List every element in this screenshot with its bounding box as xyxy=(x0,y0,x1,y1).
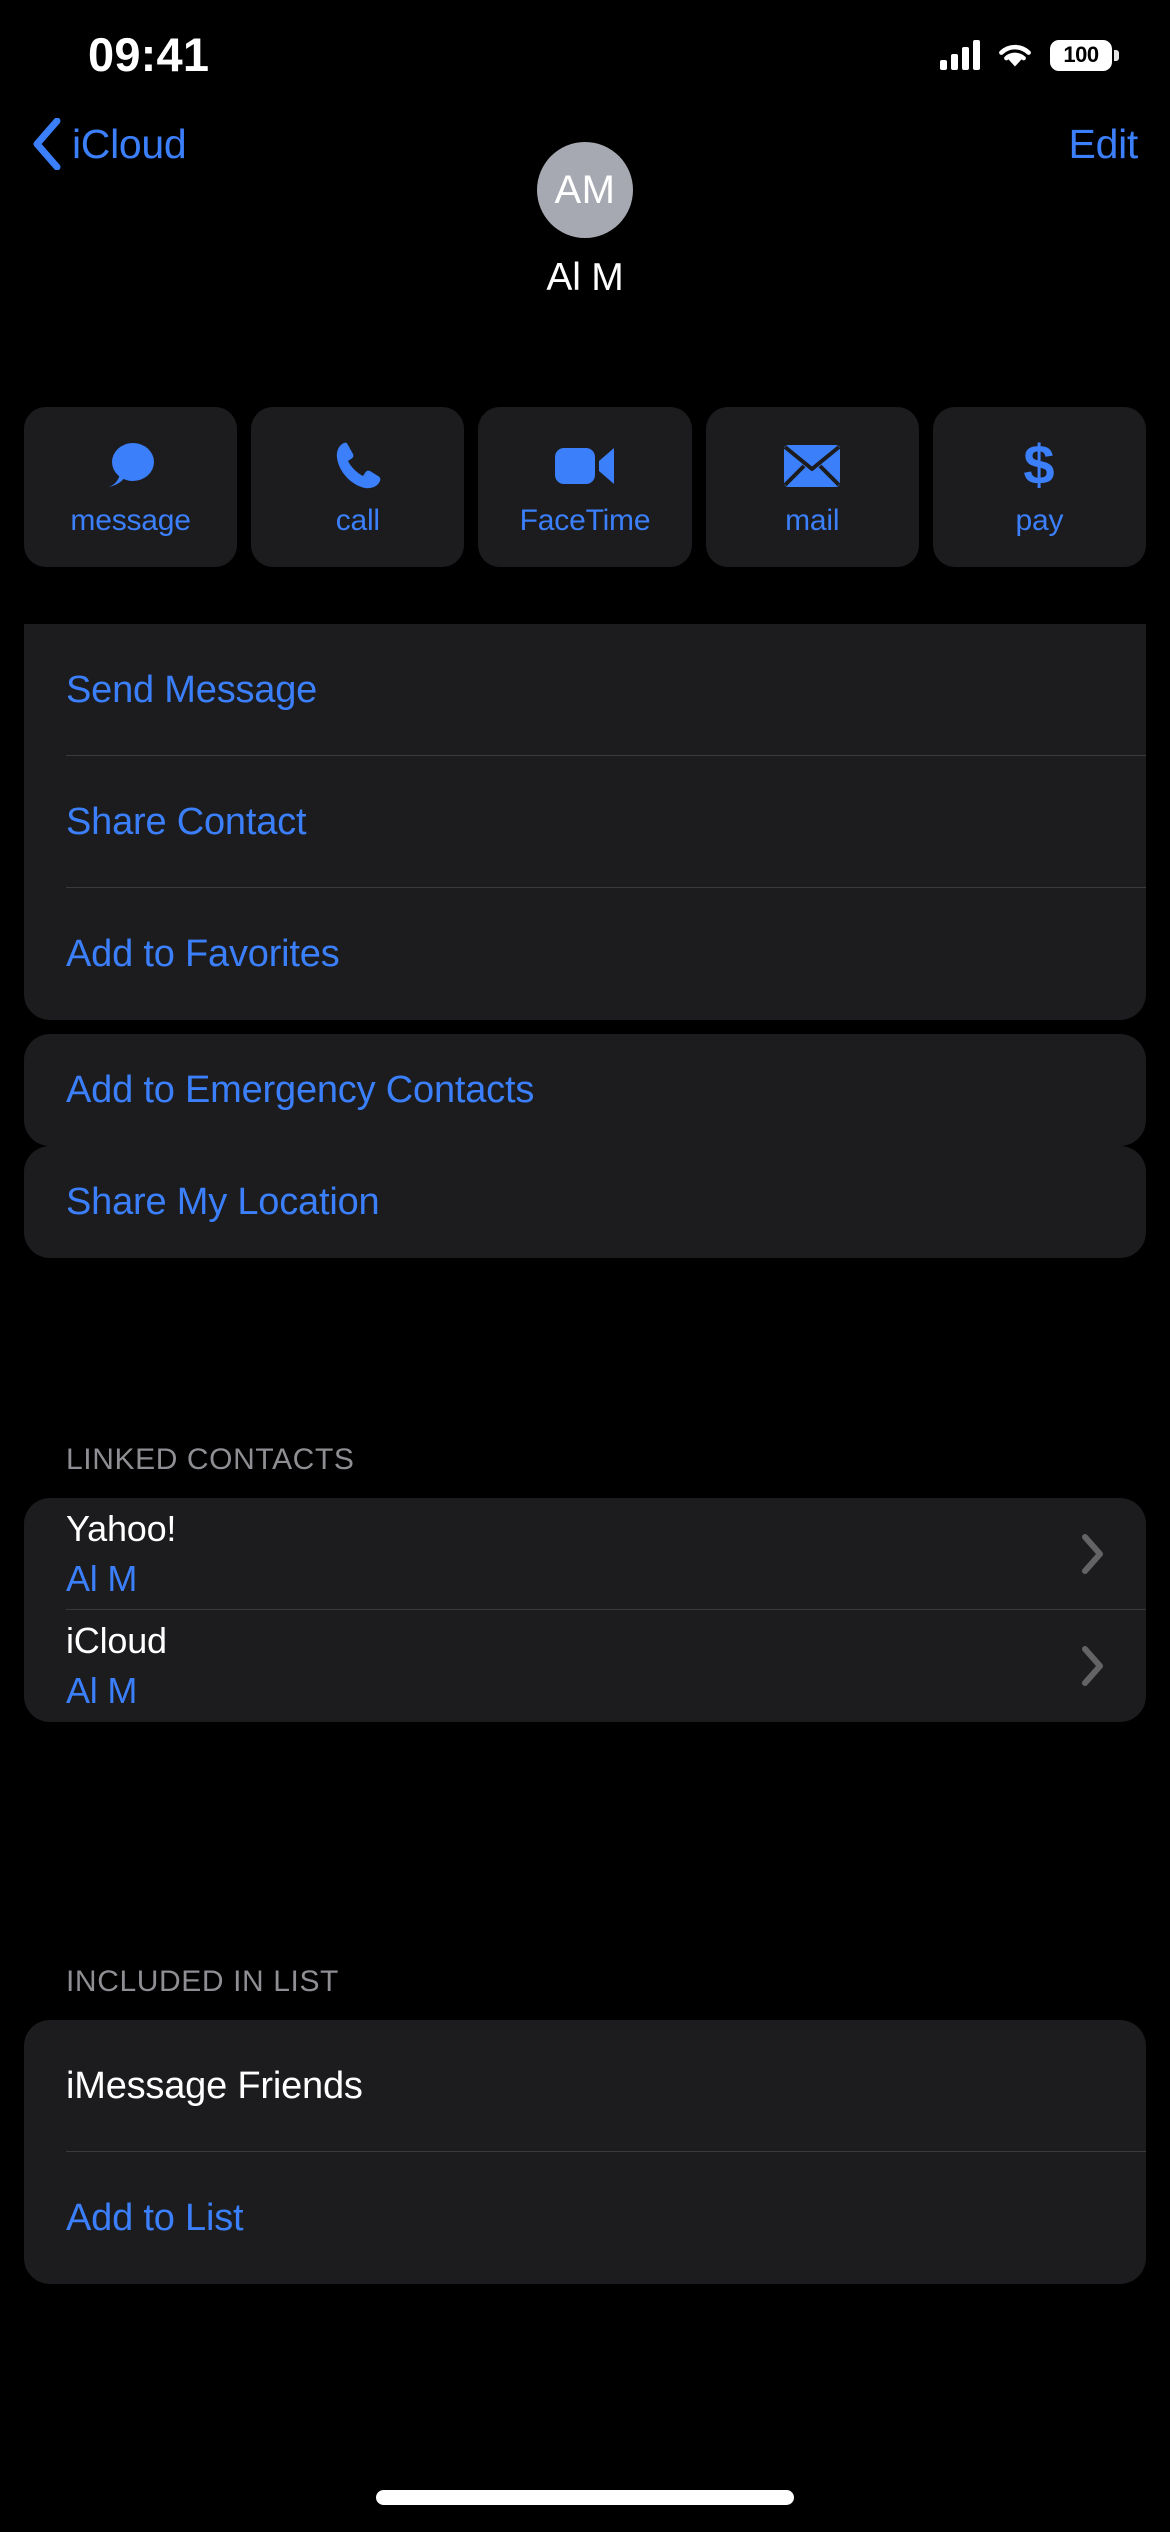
linked-contact-yahoo-account: Yahoo! xyxy=(66,1508,177,1550)
status-bar-time: 09:41 xyxy=(88,27,210,81)
home-indicator[interactable] xyxy=(376,2490,794,2505)
share-location-card: Share My Location xyxy=(24,1146,1146,1258)
share-my-location-label: Share My Location xyxy=(66,1180,380,1223)
action-tile-mail[interactable]: mail xyxy=(705,407,919,567)
included-in-list-card: iMessage Friends Add to List xyxy=(24,2020,1146,2284)
linked-contact-yahoo-text: Yahoo! Al M xyxy=(66,1509,1082,1598)
linked-contacts-card: Yahoo! Al M iCloud Al M xyxy=(24,1498,1146,1722)
status-bar-indicators: 100 xyxy=(940,30,1119,71)
action-tile-facetime-label: FaceTime xyxy=(519,504,651,537)
linked-contacts-header: LINKED CONTACTS xyxy=(66,1443,355,1476)
add-to-favorites-label: Add to Favorites xyxy=(66,932,340,975)
action-tile-message[interactable]: message xyxy=(24,407,238,567)
linked-contact-yahoo-name: Al M xyxy=(66,1558,138,1599)
contact-header: AM Al M xyxy=(0,142,1170,300)
avatar-initials: AM xyxy=(554,167,616,212)
linked-contact-icloud-text: iCloud Al M xyxy=(66,1621,1082,1710)
phone-screen: 09:41 100 iCloud Edit AM Al M message ca… xyxy=(0,0,1170,2532)
linked-contact-row-icloud[interactable]: iCloud Al M xyxy=(24,1610,1146,1722)
svg-text:$: $ xyxy=(1024,437,1055,495)
share-contact-row[interactable]: Share Contact xyxy=(24,756,1146,888)
battery-cap xyxy=(1114,49,1119,61)
status-bar: 09:41 100 xyxy=(0,0,1170,100)
action-tile-message-label: message xyxy=(70,504,191,537)
wifi-icon xyxy=(996,40,1034,70)
avatar[interactable]: AM xyxy=(537,142,633,238)
action-tile-facetime[interactable]: FaceTime xyxy=(478,407,692,567)
add-to-favorites-row[interactable]: Add to Favorites xyxy=(24,888,1146,1020)
action-tile-call-label: call xyxy=(335,504,380,537)
add-to-list-label: Add to List xyxy=(66,2196,244,2239)
send-message-label: Send Message xyxy=(66,668,318,711)
send-message-row[interactable]: Send Message xyxy=(24,624,1146,756)
contact-name: Al M xyxy=(546,256,624,299)
linked-contact-row-yahoo[interactable]: Yahoo! Al M xyxy=(24,1498,1146,1610)
list-row-imessage-friends[interactable]: iMessage Friends xyxy=(24,2020,1146,2152)
battery-icon: 100 xyxy=(1050,39,1119,71)
cellular-signal-icon xyxy=(940,40,980,70)
share-contact-label: Share Contact xyxy=(66,800,307,843)
envelope-icon xyxy=(783,438,841,494)
battery-level-text: 100 xyxy=(1063,42,1099,67)
list-name-label: iMessage Friends xyxy=(66,2064,363,2107)
action-tile-mail-label: mail xyxy=(785,504,840,537)
action-tile-call[interactable]: call xyxy=(251,407,465,567)
chevron-right-icon xyxy=(1082,1646,1104,1686)
video-camera-icon xyxy=(554,438,616,494)
share-my-location-row[interactable]: Share My Location xyxy=(24,1146,1146,1258)
contact-actions-card: Send Message Share Contact Add to Favori… xyxy=(24,624,1146,1020)
action-tile-pay-label: pay xyxy=(1015,504,1064,537)
action-tile-pay[interactable]: $ pay xyxy=(932,407,1147,567)
phone-icon xyxy=(333,438,383,494)
add-to-emergency-contacts-label: Add to Emergency Contacts xyxy=(66,1068,535,1111)
message-bubble-icon xyxy=(103,438,159,494)
chevron-right-icon xyxy=(1082,1534,1104,1574)
linked-contact-icloud-name: Al M xyxy=(66,1670,138,1711)
add-to-list-row[interactable]: Add to List xyxy=(24,2152,1146,2284)
included-in-list-header: INCLUDED IN LIST xyxy=(66,1965,339,1998)
emergency-contacts-card: Add to Emergency Contacts xyxy=(24,1034,1146,1146)
dollar-sign-icon: $ xyxy=(1019,437,1059,495)
quick-action-row: message call FaceTime mail $ pay xyxy=(24,407,1147,567)
linked-contact-icloud-account: iCloud xyxy=(66,1620,167,1662)
add-to-emergency-contacts-row[interactable]: Add to Emergency Contacts xyxy=(24,1034,1146,1146)
